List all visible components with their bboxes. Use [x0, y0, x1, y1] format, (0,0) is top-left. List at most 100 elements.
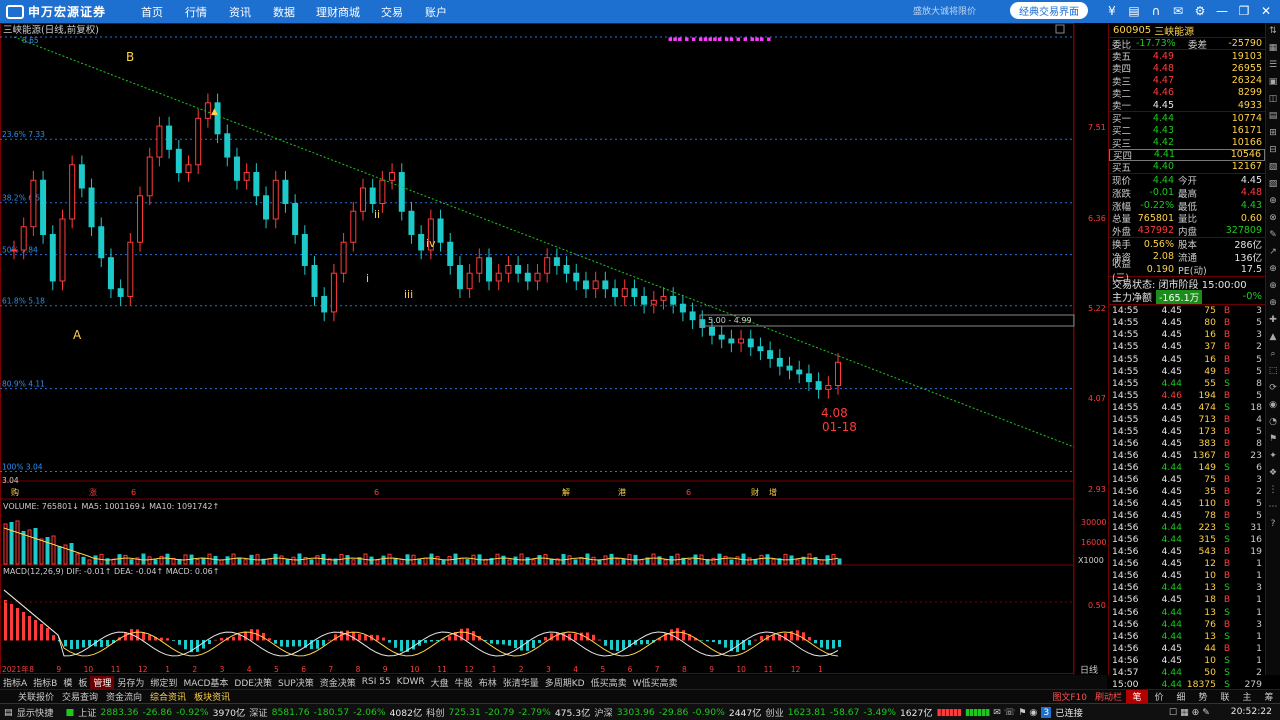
- indicator-tab[interactable]: 牛股: [452, 676, 476, 689]
- tool-icon[interactable]: ↗: [1266, 244, 1280, 261]
- tool-icon[interactable]: ▲: [1266, 329, 1280, 346]
- candle-body[interactable]: [612, 288, 619, 297]
- candle-body[interactable]: [786, 365, 793, 371]
- tool-icons[interactable]: ✉ ☏ ⚑ ◉: [993, 707, 1037, 718]
- sz-name[interactable]: 深证: [249, 705, 267, 719]
- tool-icon[interactable]: ✚: [1266, 312, 1280, 329]
- candle-body[interactable]: [708, 326, 715, 336]
- tool-icon[interactable]: ◫: [1266, 91, 1280, 108]
- indicator-tab[interactable]: RSI 55: [359, 677, 394, 687]
- candle-body[interactable]: [825, 385, 832, 390]
- candle-body[interactable]: [437, 218, 444, 243]
- candle-body[interactable]: [602, 280, 609, 290]
- candle-body[interactable]: [835, 361, 841, 387]
- tab-tick[interactable]: 笔: [1126, 690, 1148, 704]
- candle-body[interactable]: [195, 117, 202, 166]
- candle-body[interactable]: [11, 249, 17, 252]
- tool-icon[interactable]: ⟳: [1266, 380, 1280, 397]
- candle-body[interactable]: [166, 125, 173, 150]
- candle-body[interactable]: [389, 172, 396, 181]
- event-mark[interactable]: 解: [562, 487, 570, 497]
- candle-body[interactable]: [263, 195, 270, 220]
- event-mark[interactable]: 6: [131, 488, 136, 497]
- tool-icon[interactable]: ❖: [1266, 465, 1280, 482]
- menu-icon[interactable]: ▤: [4, 707, 13, 718]
- candle-body[interactable]: [311, 264, 318, 297]
- nav-data[interactable]: 数据: [262, 4, 306, 20]
- book-icon[interactable]: ▤: [1126, 3, 1142, 19]
- candle-body[interactable]: [631, 288, 638, 297]
- sh-name[interactable]: 上证: [78, 705, 96, 719]
- tool-icon[interactable]: ⊕: [1266, 278, 1280, 295]
- candle-body[interactable]: [486, 257, 493, 282]
- candle-body[interactable]: [563, 264, 570, 274]
- candle-body[interactable]: [282, 179, 289, 205]
- event-mark[interactable]: 港: [618, 487, 626, 497]
- indicator-tab[interactable]: 资金决策: [317, 676, 359, 689]
- tool-icon[interactable]: ⋯: [1266, 499, 1280, 516]
- func-item[interactable]: 综合资讯: [146, 690, 190, 703]
- candle-body[interactable]: [359, 187, 366, 212]
- candle-body[interactable]: [330, 272, 337, 313]
- candle-body[interactable]: [408, 210, 415, 235]
- candle-body[interactable]: [59, 218, 66, 282]
- nav-account[interactable]: 账户: [414, 4, 458, 20]
- candle-body[interactable]: [321, 295, 328, 313]
- tool-icon[interactable]: ⌕: [1266, 346, 1280, 363]
- classic-trade-button[interactable]: 经典交易界面: [1010, 2, 1088, 19]
- tool-icon[interactable]: ⊗: [1266, 210, 1280, 227]
- tool-icon[interactable]: ☰: [1266, 57, 1280, 74]
- candle-body[interactable]: [350, 210, 357, 243]
- nav-news[interactable]: 资讯: [218, 4, 262, 20]
- bid-row[interactable]: 买五 4.40 12167: [1109, 161, 1265, 174]
- event-mark[interactable]: 财: [751, 487, 759, 497]
- tool-icon[interactable]: ◔: [1266, 414, 1280, 431]
- candle-body[interactable]: [738, 338, 745, 344]
- ticker-tools[interactable]: ☐ ▦ ⊕ ✎: [1169, 707, 1210, 718]
- kc-name[interactable]: 科创: [426, 705, 444, 719]
- candle-body[interactable]: [369, 187, 376, 205]
- hs-name[interactable]: 沪深: [594, 705, 612, 719]
- close-icon[interactable]: ✕: [1258, 3, 1274, 19]
- candle-body[interactable]: [127, 241, 134, 297]
- candle-body[interactable]: [747, 338, 754, 348]
- func-item[interactable]: 资金流向: [102, 690, 146, 703]
- tool-icon[interactable]: ?: [1266, 516, 1280, 533]
- candle-body[interactable]: [146, 156, 153, 197]
- tab-detail[interactable]: 细: [1170, 690, 1192, 704]
- indicator-tab[interactable]: 模: [60, 676, 75, 689]
- tool-icon[interactable]: ⇅: [1266, 23, 1280, 40]
- candle-body[interactable]: [670, 295, 677, 305]
- nav-home[interactable]: 首页: [130, 4, 174, 20]
- kline-chart[interactable]: 三峡能源(日线,前复权) 8.6523.6% 7.3338.2% 6.5150%…: [0, 23, 1107, 675]
- candle-body[interactable]: [573, 272, 580, 282]
- tool-icon[interactable]: ✦: [1266, 448, 1280, 465]
- candle-body[interactable]: [757, 346, 764, 352]
- candle-body[interactable]: [534, 272, 541, 282]
- candle-body[interactable]: [98, 226, 105, 259]
- event-mark[interactable]: 增: [769, 487, 777, 497]
- indicator-tab[interactable]: SUP决策: [275, 676, 317, 689]
- chart-maximize-icon[interactable]: [1055, 24, 1065, 34]
- indicator-tab[interactable]: 绑定到: [147, 676, 180, 689]
- candle-body[interactable]: [776, 357, 783, 367]
- candle-body[interactable]: [340, 241, 347, 274]
- tool-icon[interactable]: ⋮: [1266, 482, 1280, 499]
- candle-body[interactable]: [650, 299, 657, 305]
- shortcut-label[interactable]: 显示快捷: [17, 705, 54, 719]
- candle-body[interactable]: [447, 241, 454, 266]
- candle-body[interactable]: [515, 264, 522, 274]
- tool-icon[interactable]: ⊕: [1266, 295, 1280, 312]
- func-item[interactable]: 交易查询: [58, 690, 102, 703]
- candle-body[interactable]: [660, 295, 667, 301]
- candle-body[interactable]: [718, 334, 725, 340]
- event-mark[interactable]: 购: [11, 487, 19, 497]
- tool-icon[interactable]: ▨: [1266, 176, 1280, 193]
- tab-price[interactable]: 价: [1148, 690, 1170, 704]
- nav-market[interactable]: 行情: [174, 4, 218, 20]
- candle-body[interactable]: [815, 381, 822, 390]
- tab-link[interactable]: 联: [1214, 690, 1236, 704]
- candle-body[interactable]: [137, 195, 144, 243]
- event-mark[interactable]: 涨: [89, 487, 97, 497]
- candle-body[interactable]: [524, 272, 531, 282]
